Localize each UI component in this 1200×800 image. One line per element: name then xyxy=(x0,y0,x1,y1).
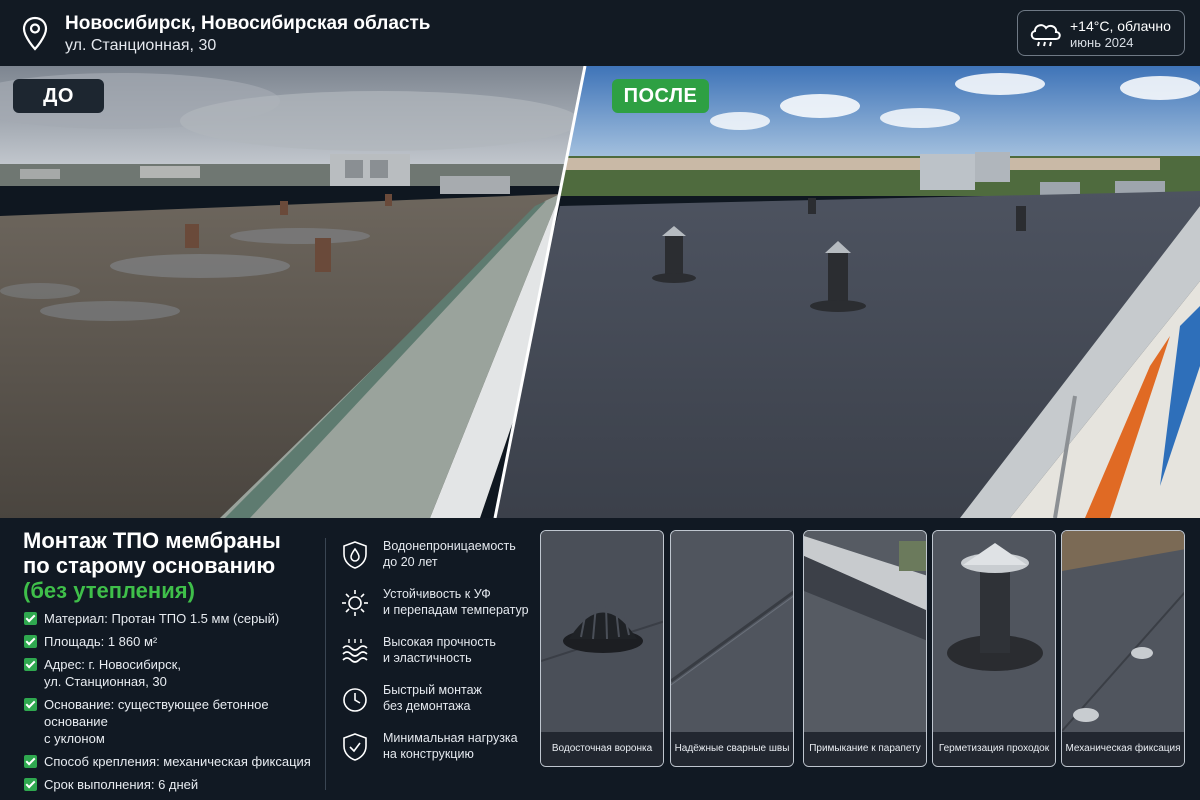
spec-item: Площадь: 1 860 м² xyxy=(24,633,324,650)
shield-check-icon xyxy=(343,733,367,761)
check-icon xyxy=(24,635,37,648)
feature-text: Водонепроницаемость до 20 лет xyxy=(383,539,516,569)
weather-temperature: +14°C, облачно xyxy=(1070,18,1171,34)
thumbnail-parapet: Примыкание к парапету xyxy=(803,530,927,767)
feature-item: Водонепроницаемость до 20 лет xyxy=(340,538,530,586)
thumbnail-caption: Герметизация проходок xyxy=(933,732,1055,766)
header: Новосибирск, Новосибирская область ул. С… xyxy=(0,0,1200,66)
spec-text: Основание: существующее бетонное основан… xyxy=(44,697,269,729)
thumbnail-penetration-sealing: Герметизация проходок xyxy=(932,530,1056,767)
feature-text: Минимальная нагрузка на конструкцию xyxy=(383,731,518,761)
map-pin-icon xyxy=(22,16,48,51)
spec-list: Материал: Протан ТПО 1.5 мм (серый) Площ… xyxy=(24,610,324,799)
shield-drop-icon xyxy=(343,541,367,569)
feature-text: Высокая прочность и эластичность xyxy=(383,635,496,665)
spec-text: Площадь: 1 860 м² xyxy=(44,634,158,649)
project-title: Монтаж ТПО мембраны по старому основанию… xyxy=(23,528,281,603)
feature-list: Водонепроницаемость до 20 лет Устойчивост… xyxy=(340,538,530,778)
feature-item: Минимальная нагрузка на конструкцию xyxy=(340,730,530,778)
check-icon xyxy=(24,698,37,711)
feature-item: Высокая прочность и эластичность xyxy=(340,634,530,682)
thumbnail-caption: Надёжные сварные швы xyxy=(671,732,793,766)
thumbnail-gutter-drain: Водосточная воронка xyxy=(540,530,664,767)
clock-icon xyxy=(343,688,367,712)
spec-text: Адрес: г. Новосибирск, xyxy=(44,657,181,672)
spec-item: Адрес: г. Новосибирск, ул. Станционная, 3… xyxy=(24,656,324,690)
weather-date: июнь 2024 xyxy=(1070,35,1134,50)
check-icon xyxy=(24,778,37,791)
feature-text: Быстрый монтаж без демонтажа xyxy=(383,683,482,713)
check-icon xyxy=(24,658,37,671)
title-line-2: по старому основанию xyxy=(23,553,276,578)
before-badge: ДО xyxy=(13,79,104,113)
before-after-photos: ДО ПОСЛЕ xyxy=(0,66,1200,518)
feature-item: Быстрый монтаж без демонтажа xyxy=(340,682,530,730)
spec-text: Материал: Протан ТПО 1.5 мм (серый) xyxy=(44,611,280,626)
thumbnail-mechanical-fixing: Механическая фиксация xyxy=(1061,530,1185,767)
thumbnail-caption: Примыкание к парапету xyxy=(804,732,926,766)
divider xyxy=(325,538,326,790)
before-after-illustration xyxy=(0,66,1200,518)
feature-text: Устойчивость к УФ и перепадам температур xyxy=(383,587,529,617)
check-icon xyxy=(24,612,37,625)
spec-item: Срок выполнения: 6 дней xyxy=(24,776,324,793)
spec-item: Основание: существующее бетонное основан… xyxy=(24,696,324,747)
after-badge: ПОСЛЕ xyxy=(612,79,709,113)
sun-icon xyxy=(342,590,368,616)
check-icon xyxy=(24,755,37,768)
spec-item: Материал: Протан ТПО 1.5 мм (серый) xyxy=(24,610,324,627)
after-photo xyxy=(495,66,1200,518)
location-city: Новосибирск, Новосибирская область xyxy=(65,13,431,34)
weather-box: +14°C, облачно июнь 2024 xyxy=(1017,10,1185,56)
spec-item: Способ крепления: механическая фиксация xyxy=(24,753,324,770)
feature-item: Устойчивость к УФ и перепадам температур xyxy=(340,586,530,634)
rain-cloud-icon xyxy=(1030,24,1061,47)
thumbnail-welded-seams: Надёжные сварные швы xyxy=(670,530,794,767)
spec-text-continued: ул. Станционная, 30 xyxy=(44,674,167,689)
info-panel: Монтаж ТПО мембраны по старому основанию… xyxy=(0,518,1200,800)
location-street: ул. Станционная, 30 xyxy=(65,37,217,54)
title-line-3: (без утепления) xyxy=(23,578,195,603)
waves-icon xyxy=(342,639,368,663)
spec-text: Срок выполнения: 6 дней xyxy=(44,777,199,792)
spec-text-continued: с уклоном xyxy=(44,731,105,746)
spec-text: Способ крепления: механическая фиксация xyxy=(44,754,311,769)
title-line-1: Монтаж ТПО мембраны xyxy=(23,528,281,553)
thumbnail-caption: Водосточная воронка xyxy=(541,732,663,766)
thumbnail-caption: Механическая фиксация xyxy=(1062,732,1184,766)
